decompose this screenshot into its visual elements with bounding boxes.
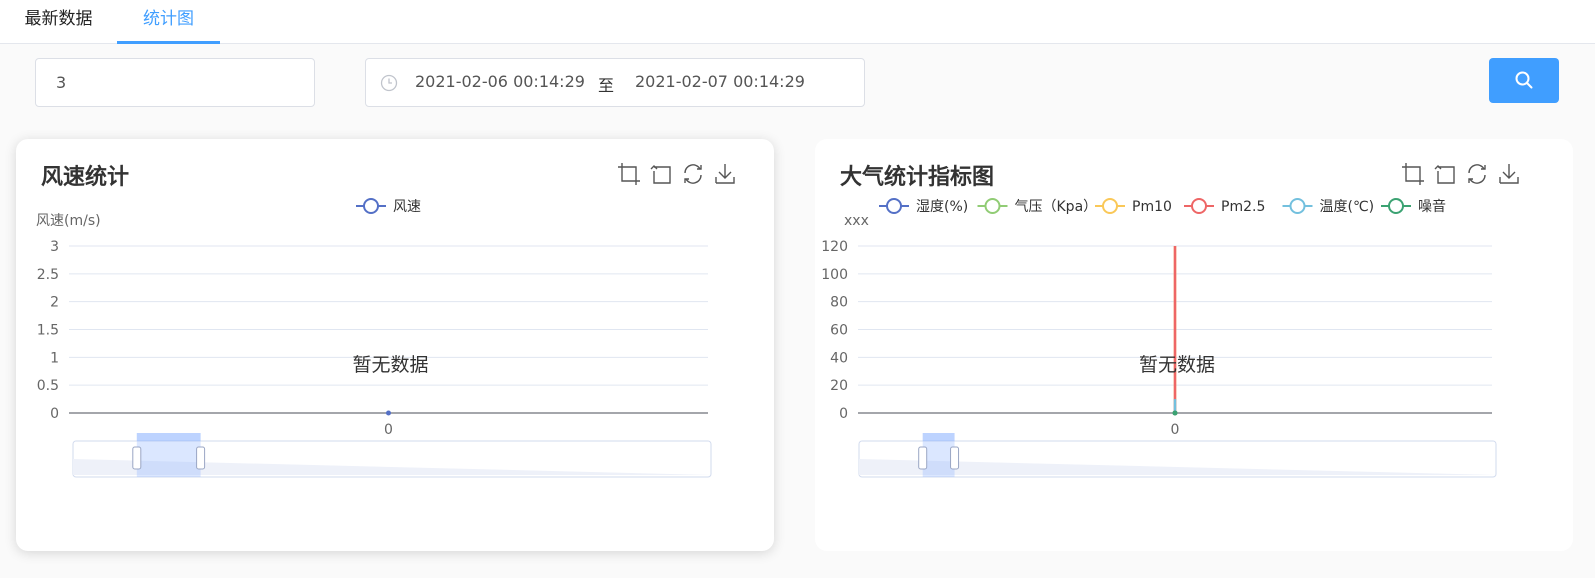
count-input[interactable]: 3 xyxy=(35,58,315,107)
atmosphere-card: 大气统计指标图 湿度(%) 气压（Kpa） Pm10 Pm2.5 温度(℃) 噪音 xxx 0… xyxy=(815,139,1573,551)
y-tick-label: 20 xyxy=(830,378,848,394)
restore-icon[interactable] xyxy=(684,164,702,184)
legend-label: 湿度(%) xyxy=(916,199,968,215)
datazoom-slider[interactable] xyxy=(858,433,1497,478)
legend-label: Pm2.5 xyxy=(1221,199,1265,215)
restore-icon[interactable] xyxy=(1468,164,1486,184)
legend-label: 温度(℃) xyxy=(1320,199,1375,215)
chart-toolbox xyxy=(618,163,735,185)
download-icon[interactable] xyxy=(1499,164,1519,184)
zoom-reset-icon[interactable] xyxy=(650,165,671,184)
tab-bar: 最新数据 统计图 xyxy=(0,0,1595,44)
download-icon[interactable] xyxy=(715,164,735,184)
empty-data-text: 暂无数据 xyxy=(1139,354,1215,376)
datazoom-handle[interactable] xyxy=(950,446,960,470)
data-point xyxy=(1172,410,1178,416)
atmosphere-chart[interactable]: 湿度(%) 气压（Kpa） Pm10 Pm2.5 温度(℃) 噪音 xxx 0 20 40 60 80… xyxy=(815,139,1573,551)
legend-marker xyxy=(984,198,1001,214)
legend-label: 气压（Kpa） xyxy=(1015,199,1098,215)
datazoom-move-handle[interactable] xyxy=(136,433,201,441)
legend-item[interactable]: 湿度(%) xyxy=(879,198,968,215)
legend-label: 风速 xyxy=(393,199,421,215)
y-tick-label: 2.5 xyxy=(37,267,59,283)
y-tick-label: 120 xyxy=(821,239,848,255)
legend-item[interactable]: Pm2.5 xyxy=(1184,198,1265,215)
legend-item[interactable]: 气压（Kpa） xyxy=(977,198,1098,215)
y-tick-label: 0.5 xyxy=(37,378,59,394)
y-tick-label: 80 xyxy=(830,295,848,311)
legend-item[interactable]: 风速 xyxy=(356,198,421,215)
x-tick-label: 0 xyxy=(384,422,393,438)
search-icon xyxy=(1515,71,1533,89)
search-button[interactable] xyxy=(1489,58,1559,103)
y-axis-name: xxx xyxy=(844,213,869,229)
wind-speed-card: 风速统计 风速 风速(m/s) 0 0.5 1 1.5 2 2.5 3 0 暂无数据 xyxy=(16,139,774,551)
legend-label: Pm10 xyxy=(1132,199,1172,215)
y-tick-label: 0 xyxy=(839,406,848,422)
y-tick-label: 100 xyxy=(821,267,848,283)
legend-label: 噪音 xyxy=(1418,198,1446,215)
datazoom-move-handle[interactable] xyxy=(922,433,955,441)
legend-item[interactable]: 噪音 xyxy=(1381,198,1446,215)
legend-marker xyxy=(363,198,379,214)
y-tick-label: 3 xyxy=(50,239,59,255)
date-start[interactable]: 2021-02-06 00:14:29 xyxy=(415,72,585,91)
empty-data-text: 暂无数据 xyxy=(352,354,428,376)
legend-marker xyxy=(1102,198,1118,214)
legend-marker xyxy=(1388,198,1404,214)
datazoom-slider[interactable] xyxy=(72,433,712,478)
legend-item[interactable]: Pm10 xyxy=(1095,198,1172,215)
clock-icon xyxy=(380,74,398,92)
y-tick-label: 60 xyxy=(830,323,848,339)
data-point xyxy=(386,410,391,416)
tab-latest-data[interactable]: 最新数据 xyxy=(0,0,117,44)
y-tick-label: 1 xyxy=(50,350,59,366)
y-tick-label: 40 xyxy=(830,350,848,366)
datazoom-handle[interactable] xyxy=(918,446,928,470)
x-tick-label: 0 xyxy=(1171,422,1180,438)
legend-item[interactable]: 温度(℃) xyxy=(1282,198,1375,215)
legend-marker xyxy=(1289,198,1306,214)
date-separator: 至 xyxy=(598,76,615,95)
tab-statistics-chart[interactable]: 统计图 xyxy=(117,0,220,44)
zoom-select-icon[interactable] xyxy=(1402,163,1424,185)
y-tick-label: 1.5 xyxy=(37,323,59,339)
y-tick-label: 0 xyxy=(50,406,59,422)
zoom-select-icon[interactable] xyxy=(618,163,640,185)
datazoom-handle[interactable] xyxy=(196,446,206,470)
legend-marker xyxy=(886,198,902,214)
chart-toolbox xyxy=(1402,163,1519,185)
y-axis-name: 风速(m/s) xyxy=(36,213,101,229)
zoom-reset-icon[interactable] xyxy=(1434,165,1455,184)
wind-speed-chart[interactable]: 风速风速(m/s) 0 0.5 1 1.5 2 2.5 3 0 暂无数据 xyxy=(16,139,774,551)
date-end[interactable]: 2021-02-07 00:14:29 xyxy=(635,72,805,91)
y-tick-label: 2 xyxy=(50,295,59,311)
legend-marker xyxy=(1191,198,1207,214)
datazoom-handle[interactable] xyxy=(132,446,142,470)
date-range-picker[interactable]: 2021-02-06 00:14:29 至 2021-02-07 00:14:2… xyxy=(365,58,865,107)
